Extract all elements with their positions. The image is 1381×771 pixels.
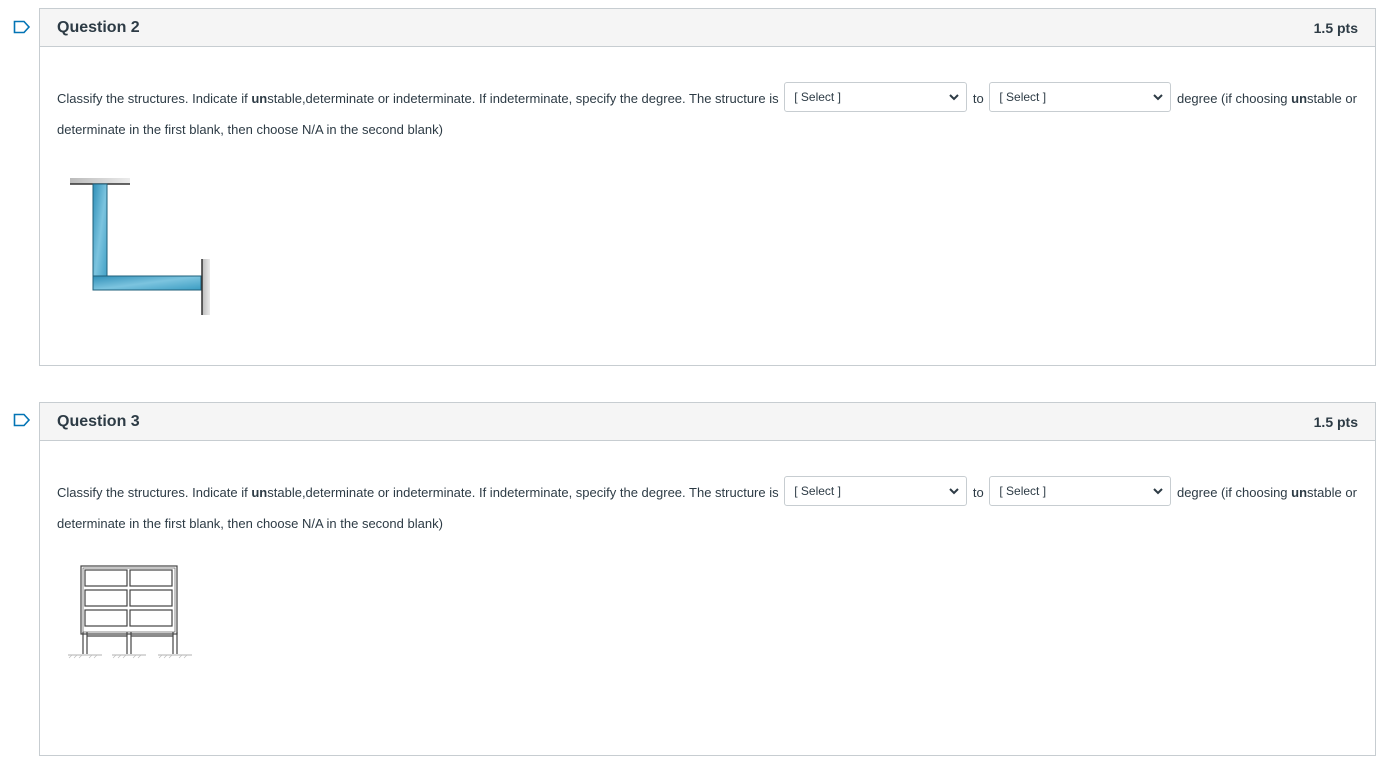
three-story-two-bay-frame-diagram (68, 565, 192, 659)
chevron-down-icon (1153, 93, 1164, 100)
structure-classification-select[interactable]: [ Select ] (784, 475, 968, 506)
question-body: Classify the structures. Indicate if uns… (40, 441, 1375, 539)
question-header: Question 3 1.5 pts (40, 403, 1375, 441)
indeterminacy-degree-select[interactable]: [ Select ] (989, 81, 1172, 112)
question-body: Classify the structures. Indicate if uns… (40, 47, 1375, 145)
question-card: Question 2 1.5 pts Classify the structur… (39, 8, 1376, 366)
chevron-down-icon (949, 487, 959, 494)
question-header: Question 2 1.5 pts (40, 9, 1375, 47)
l-frame-fixed-supports-diagram (70, 178, 210, 315)
flag-question-icon[interactable] (13, 413, 31, 427)
chevron-down-icon (1153, 487, 1164, 494)
indeterminacy-degree-select[interactable]: [ Select ] (989, 475, 1172, 506)
structure-classification-select[interactable]: [ Select ] (784, 81, 968, 112)
question-text: Classify the structures. Indicate if uns… (57, 47, 1357, 145)
question-points: 1.5 pts (1313, 19, 1358, 36)
question-card: Question 3 1.5 pts Classify the structur… (39, 402, 1376, 756)
question-title: Question 3 (57, 412, 140, 430)
question-text: Classify the structures. Indicate if uns… (57, 441, 1357, 539)
question-points: 1.5 pts (1313, 413, 1358, 430)
question-title: Question 2 (57, 18, 140, 36)
chevron-down-icon (949, 93, 959, 100)
flag-question-icon[interactable] (13, 20, 31, 34)
